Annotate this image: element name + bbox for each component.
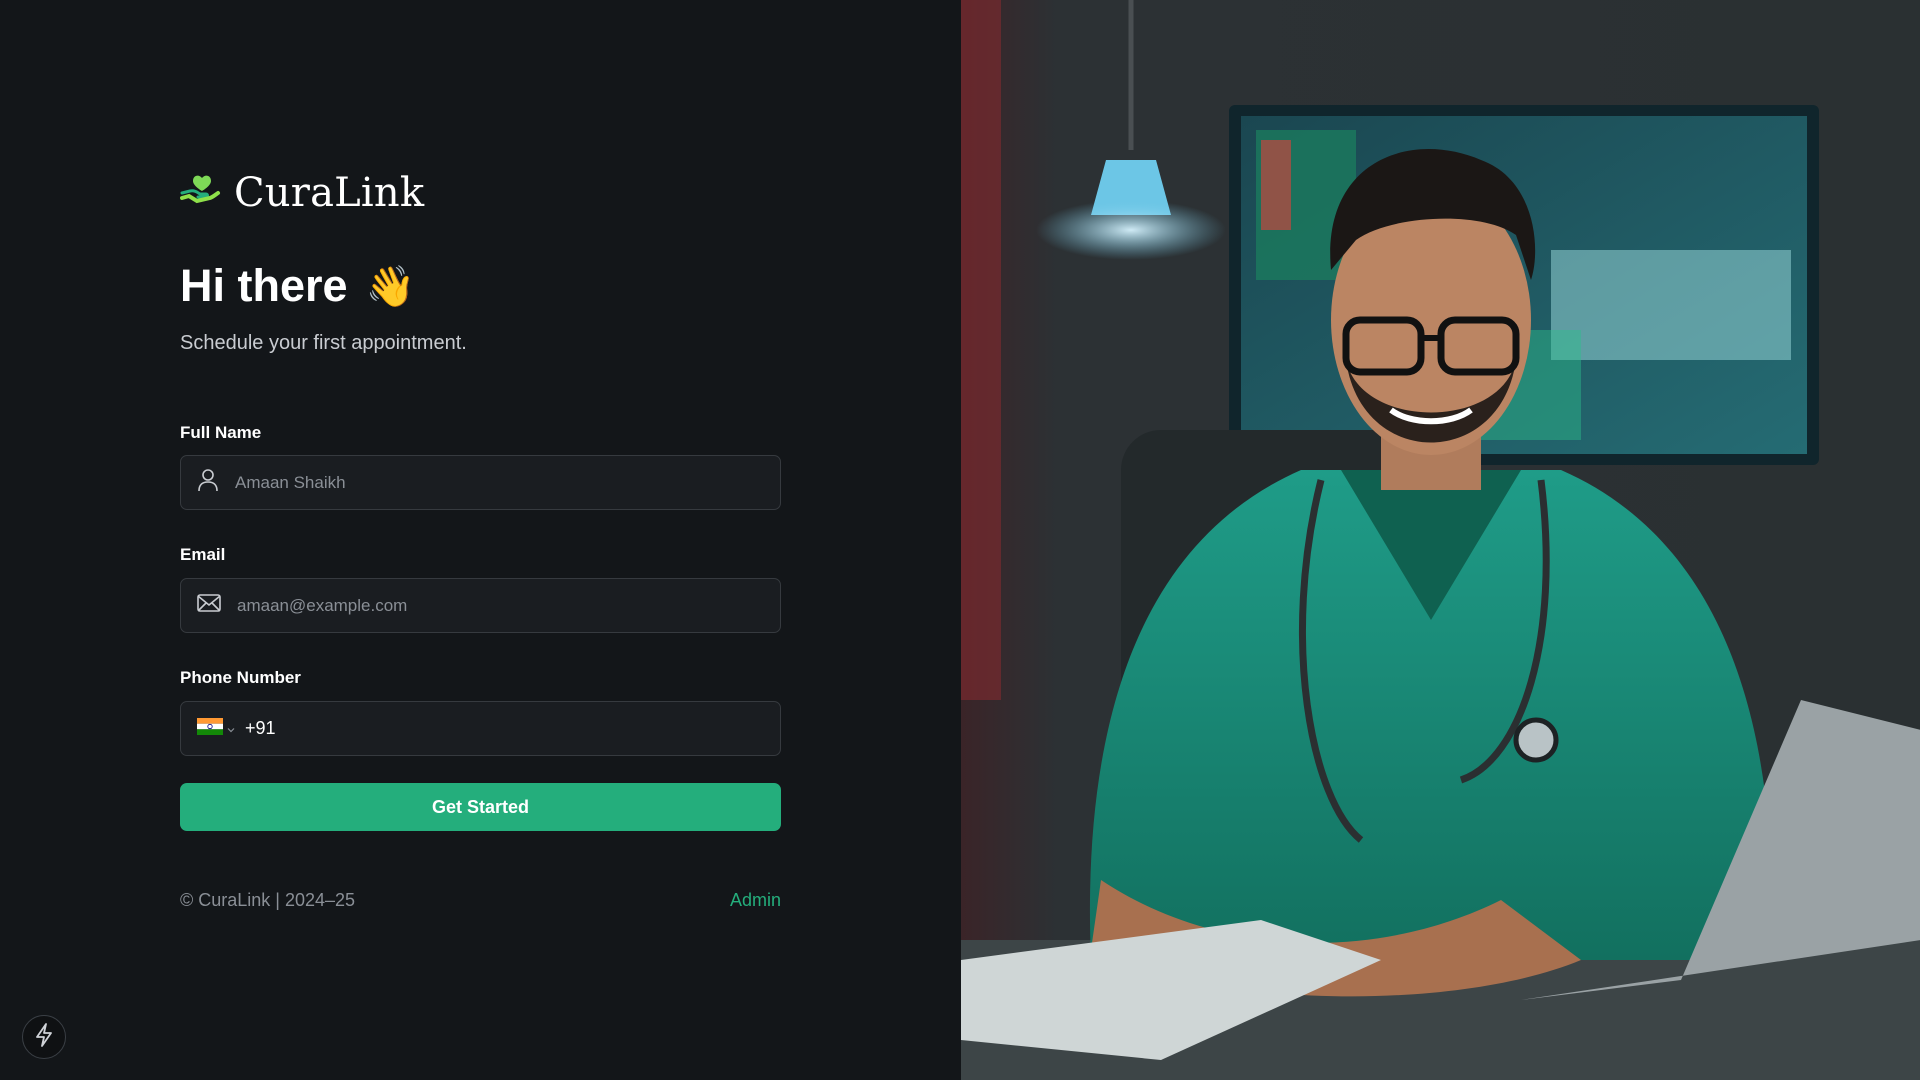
page-title: Hi there (180, 260, 348, 311)
lightning-bolt-icon (34, 1022, 54, 1052)
copyright-text: © CuraLink | 2024–25 (180, 890, 356, 910)
mail-icon (197, 594, 221, 617)
phone-label: Phone Number (180, 668, 301, 687)
chevron-down-icon (227, 720, 235, 738)
full-name-label: Full Name (180, 423, 262, 442)
full-name-input[interactable] (235, 472, 764, 493)
admin-link[interactable]: Admin (730, 890, 781, 911)
get-started-button[interactable]: Get Started (180, 783, 781, 831)
full-name-field[interactable] (180, 455, 781, 510)
phone-field[interactable]: +91 (180, 701, 781, 756)
doctor-photo (961, 0, 1920, 1080)
email-label: Email (180, 545, 226, 564)
india-flag-icon (197, 717, 223, 740)
brand-name: CuraLink (234, 170, 425, 216)
hand-heart-icon (180, 174, 222, 213)
page-subtitle: Schedule your first appointment. (180, 332, 467, 354)
bolt-button[interactable] (22, 1015, 66, 1059)
user-icon (197, 468, 219, 497)
greeting: Hi there 👋 (180, 260, 415, 312)
email-field[interactable] (180, 578, 781, 633)
signup-panel: CuraLink Hi there 👋 Schedule your first … (0, 0, 961, 1080)
country-selector[interactable] (197, 717, 235, 740)
email-input[interactable] (237, 595, 764, 616)
waving-hand-icon: 👋 (365, 264, 416, 309)
brand-logo: CuraLink (180, 170, 424, 216)
phone-input[interactable]: +91 (245, 718, 276, 739)
